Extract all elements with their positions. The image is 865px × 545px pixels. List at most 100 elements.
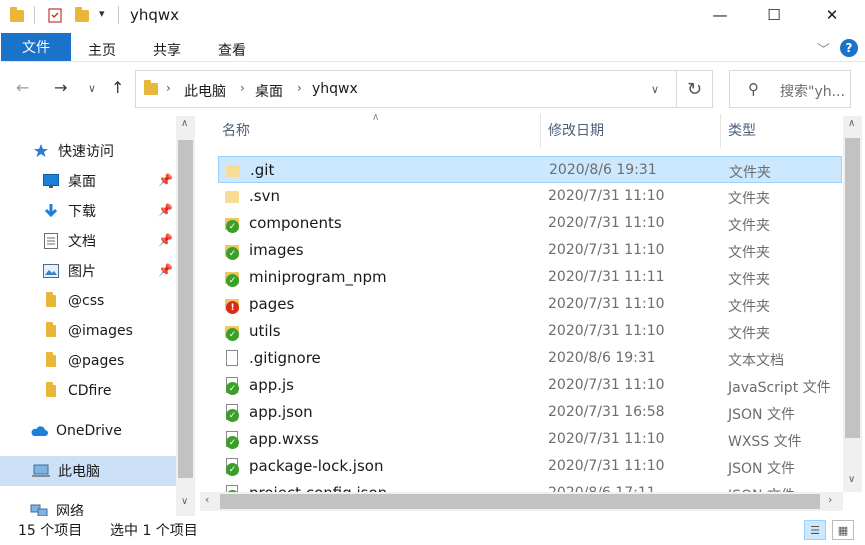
pin-icon[interactable]: 📌 — [158, 173, 173, 187]
sidebar-item-onedrive[interactable]: OneDrive — [30, 416, 122, 446]
scroll-down-icon[interactable]: ∨ — [848, 474, 855, 485]
pin-icon[interactable]: 📌 — [158, 233, 173, 247]
forward-arrow-icon[interactable]: → — [54, 78, 67, 97]
column-header-type[interactable]: 类型 — [728, 120, 756, 140]
details-view-icon[interactable]: ☰ — [804, 520, 826, 540]
table-row[interactable]: ✓ package-lock.json 2020/7/31 11:10 JSON 文件 — [218, 453, 842, 480]
tab-file[interactable]: 文件 — [1, 33, 71, 61]
column-divider[interactable] — [720, 114, 721, 148]
table-row[interactable]: ✓ components 2020/7/31 11:10 文件夹 — [218, 210, 842, 237]
close-button[interactable]: ✕ — [809, 0, 855, 30]
expand-ribbon-icon[interactable]: ﹀ — [817, 39, 830, 58]
file-date: 2020/7/31 11:11 — [548, 269, 665, 285]
table-row[interactable]: ! pages 2020/7/31 11:10 文件夹 — [218, 291, 842, 318]
scrollbar-thumb[interactable] — [845, 138, 860, 438]
sidebar-item-images[interactable]: @images — [42, 316, 133, 346]
folder-icon[interactable] — [10, 7, 26, 23]
help-icon[interactable]: ? — [840, 39, 858, 57]
scroll-right-icon[interactable]: › — [828, 493, 832, 506]
large-icons-view-icon[interactable]: ▦ — [832, 520, 854, 540]
column-divider[interactable] — [540, 114, 541, 148]
scroll-left-icon[interactable]: ‹ — [205, 493, 209, 506]
table-row[interactable]: .svn 2020/7/31 11:10 文件夹 — [218, 183, 842, 210]
tab-view[interactable]: 查看 — [218, 40, 246, 60]
file-name[interactable]: app.json — [249, 403, 313, 421]
breadcrumb-item[interactable]: 桌面 — [255, 81, 283, 101]
scroll-up-icon[interactable]: ∧ — [181, 118, 188, 129]
chevron-down-icon[interactable]: ∨ — [651, 83, 659, 96]
refresh-button[interactable]: ↻ — [677, 70, 713, 108]
file-name[interactable]: .gitignore — [249, 349, 321, 367]
new-folder-icon[interactable] — [75, 7, 91, 23]
sidebar-item-quick-access[interactable]: 快速访问 — [32, 136, 114, 166]
sidebar-scrollbar[interactable]: ∧ ∨ — [176, 116, 195, 516]
pin-icon[interactable]: 📌 — [158, 203, 173, 217]
sidebar-item-label: @images — [68, 323, 133, 339]
sidebar-item-css[interactable]: @css — [42, 286, 104, 316]
horizontal-scrollbar[interactable]: ‹ › — [200, 492, 843, 511]
document-icon — [42, 233, 60, 249]
file-name[interactable]: utils — [249, 322, 281, 340]
file-synced-icon: ✓ — [224, 485, 240, 492]
file-name[interactable]: app.js — [249, 376, 294, 394]
sidebar-item-documents[interactable]: 文档 — [42, 226, 96, 256]
maximize-button[interactable]: ☐ — [751, 0, 797, 30]
sidebar-item-pictures[interactable]: 图片 — [42, 256, 96, 286]
file-name[interactable]: pages — [249, 295, 294, 313]
breadcrumb-item[interactable]: 此电脑 — [184, 81, 226, 101]
table-row[interactable]: ✓ app.wxss 2020/7/31 11:10 WXSS 文件 — [218, 426, 842, 453]
up-arrow-icon[interactable]: ↑ — [111, 78, 124, 97]
table-row[interactable]: .gitignore 2020/8/6 19:31 文本文档 — [218, 345, 842, 372]
file-type: 文件夹 — [728, 191, 770, 207]
column-header-name[interactable]: 名称 — [222, 120, 250, 140]
properties-icon[interactable] — [47, 7, 63, 23]
customize-toolbar-icon[interactable]: ▾ — [99, 7, 115, 23]
scrollbar-thumb[interactable] — [220, 494, 820, 509]
file-name[interactable]: .git — [250, 161, 274, 179]
table-row[interactable]: ✓ miniprogram_npm 2020/7/31 11:11 文件夹 — [218, 264, 842, 291]
chevron-right-icon[interactable]: › — [240, 81, 245, 95]
scroll-up-icon[interactable]: ∧ — [848, 118, 855, 129]
file-type: 文件夹 — [729, 165, 771, 181]
table-row[interactable]: ✓ images 2020/7/31 11:10 文件夹 — [218, 237, 842, 264]
breadcrumb-item[interactable]: yhqwx — [312, 81, 358, 97]
chevron-right-icon[interactable]: › — [297, 81, 302, 95]
file-synced-icon: ✓ — [224, 458, 240, 476]
file-name[interactable]: images — [249, 241, 304, 259]
search-input[interactable]: ⚲ 搜索"yh... — [729, 70, 851, 108]
file-name[interactable]: package-lock.json — [249, 457, 383, 475]
pin-icon[interactable]: 📌 — [158, 263, 173, 277]
sidebar-item-cdfire[interactable]: CDfire — [42, 376, 111, 406]
network-icon — [30, 503, 48, 516]
chevron-right-icon[interactable]: › — [166, 81, 171, 95]
table-row[interactable]: ✓ app.json 2020/7/31 16:58 JSON 文件 — [218, 399, 842, 426]
table-row[interactable]: ✓ project.config.json 2020/8/6 17:11 JSON 文… — [218, 480, 842, 492]
tab-home[interactable]: 主页 — [88, 40, 116, 60]
scroll-down-icon[interactable]: ∨ — [181, 496, 188, 507]
address-bar[interactable]: › 此电脑 › 桌面 › yhqwx ∨ — [135, 70, 677, 108]
file-synced-icon: ✓ — [224, 377, 240, 395]
sidebar-item-pages[interactable]: @pages — [42, 346, 124, 376]
file-name[interactable]: .svn — [249, 187, 280, 205]
navigation-pane: 快速访问 桌面 📌 下载 📌 文档 📌 图片 📌 @css @images @p… — [0, 116, 196, 516]
sidebar-item-downloads[interactable]: 下载 — [42, 196, 96, 226]
column-header-date[interactable]: 修改日期 — [548, 120, 604, 140]
recent-locations-icon[interactable]: ∨ — [88, 82, 96, 95]
file-name[interactable]: app.wxss — [249, 430, 319, 448]
table-row[interactable]: ✓ app.js 2020/7/31 11:10 JavaScript 文件 — [218, 372, 842, 399]
minimize-button[interactable]: — — [697, 0, 743, 30]
scrollbar-thumb[interactable] — [178, 140, 193, 478]
back-arrow-icon[interactable]: ← — [16, 78, 29, 97]
table-row[interactable]: ✓ utils 2020/7/31 11:10 文件夹 — [218, 318, 842, 345]
table-row[interactable]: .git 2020/8/6 19:31 文件夹 — [218, 156, 842, 183]
sidebar-item-network[interactable]: 网络 — [30, 496, 84, 516]
file-name[interactable]: components — [249, 214, 342, 232]
file-name[interactable]: project.config.json — [249, 484, 387, 492]
file-date: 2020/7/31 11:10 — [548, 458, 665, 474]
tab-share[interactable]: 共享 — [153, 40, 181, 60]
sidebar-item-this-pc[interactable]: 此电脑 — [0, 456, 176, 486]
file-list-scrollbar[interactable]: ∧ ∨ — [843, 116, 862, 492]
sidebar-item-desktop[interactable]: 桌面 — [42, 166, 96, 196]
file-name[interactable]: miniprogram_npm — [249, 268, 387, 286]
search-icon: ⚲ — [748, 80, 759, 98]
